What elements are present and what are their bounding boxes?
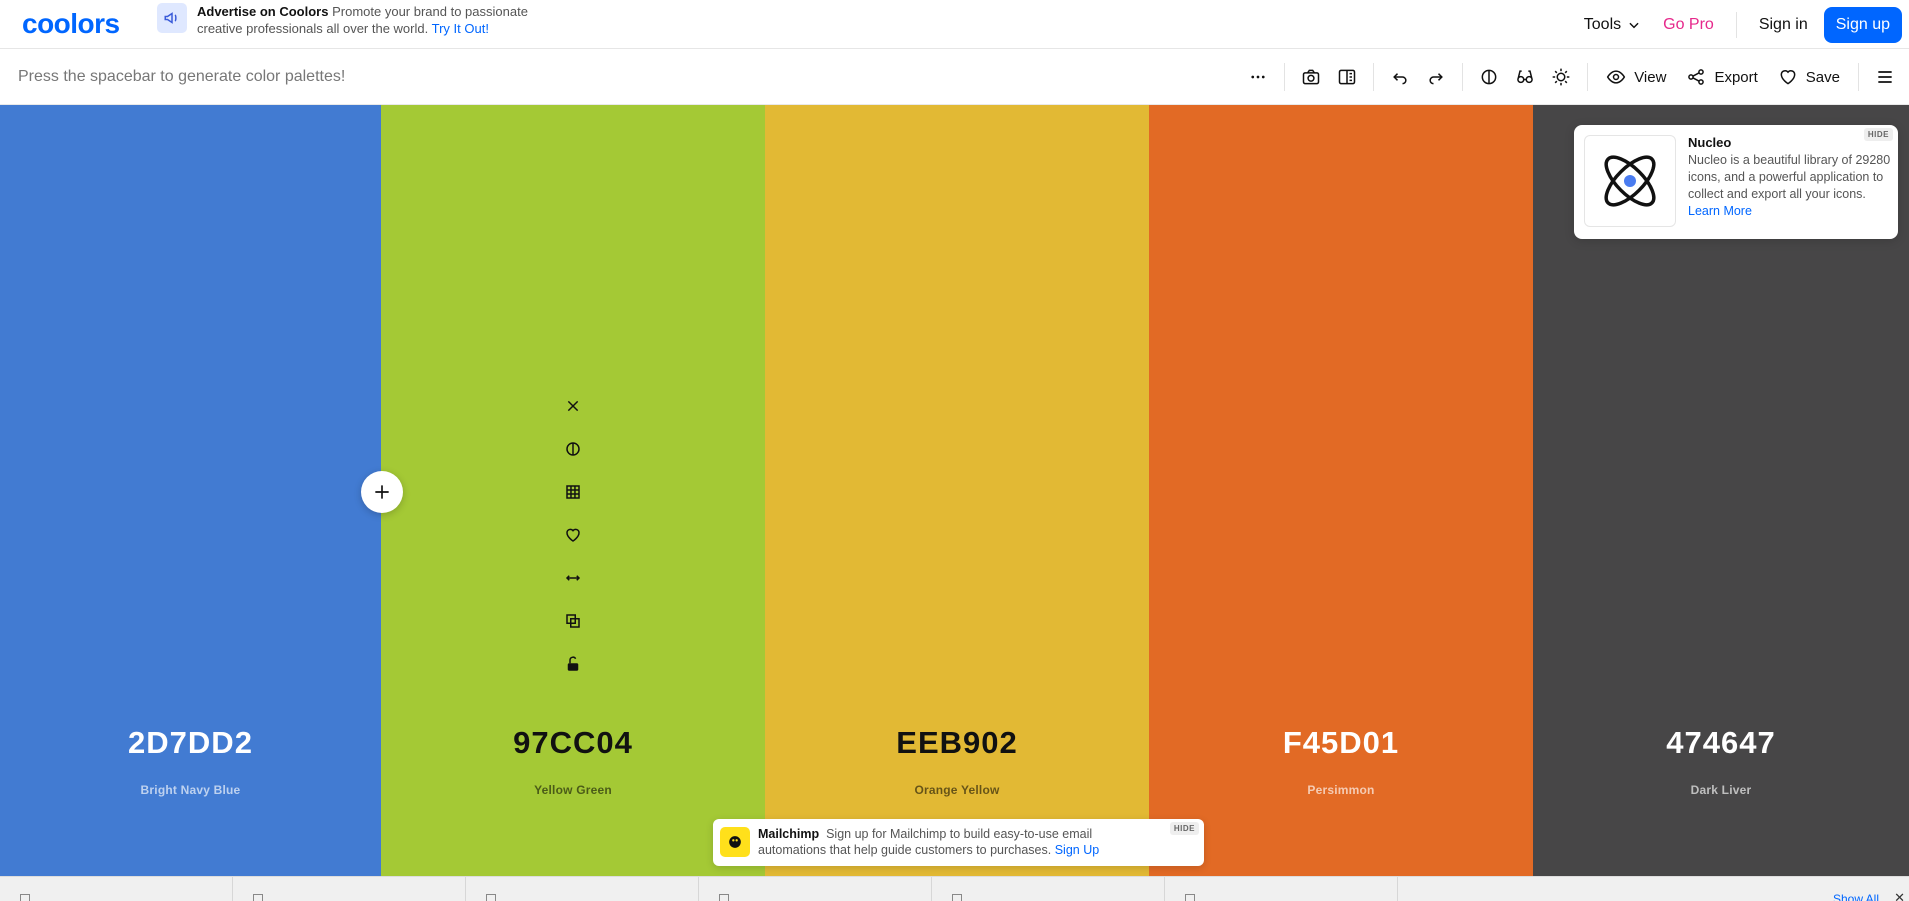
header-ad-text: Advertise on Coolors Promote your brand … (197, 3, 537, 37)
download-item[interactable] (233, 877, 466, 901)
mailchimp-ad-card[interactable]: Mailchimp Sign up for Mailchimp to build… (713, 819, 1204, 866)
file-icon (486, 894, 496, 901)
contrast-icon[interactable] (1471, 59, 1507, 95)
toolbar-divider (1858, 63, 1859, 91)
brightness-icon[interactable] (1543, 59, 1579, 95)
drag-arrows-icon[interactable] (562, 567, 584, 589)
file-icon (1185, 894, 1195, 901)
download-item[interactable] (1165, 877, 1398, 901)
color-name[interactable]: Dark Liver (1533, 783, 1909, 797)
nucleo-ad-title: Nucleo (1688, 135, 1732, 150)
nucleo-learn-more-link[interactable]: Learn More (1688, 204, 1752, 218)
more-options-icon[interactable] (1240, 59, 1276, 95)
color-name[interactable]: Orange Yellow (765, 783, 1149, 797)
hide-ad-button[interactable]: HIDE (1169, 822, 1199, 835)
spacebar-hint: Press the spacebar to generate color pal… (18, 68, 346, 85)
view-button[interactable]: View (1596, 67, 1676, 87)
download-item[interactable] (932, 877, 1165, 901)
toolbar-divider (1284, 63, 1286, 91)
file-icon (952, 894, 962, 901)
nav-divider (1735, 11, 1737, 38)
toolbar-divider (1462, 63, 1464, 91)
mailchimp-logo-icon (720, 827, 750, 857)
tools-label: Tools (1583, 15, 1622, 33)
show-all-link[interactable]: Show All (1833, 892, 1879, 901)
toolbar-divider (1373, 63, 1375, 91)
view-label: View (1634, 68, 1667, 86)
coolors-logo[interactable]: coolors (22, 8, 120, 40)
megaphone-icon (157, 3, 187, 33)
top-navbar: coolors Advertise on Coolors Promote you… (0, 0, 1909, 49)
color-swatch[interactable]: EEB902 Orange Yellow (765, 105, 1149, 876)
file-icon (719, 894, 729, 901)
export-button[interactable]: Export (1676, 67, 1767, 87)
close-icon[interactable]: ✕ (1894, 890, 1905, 901)
heart-icon (1780, 70, 1796, 85)
chevron-down-icon (1629, 22, 1639, 28)
save-label: Save (1805, 68, 1840, 86)
add-color-button[interactable] (361, 471, 403, 513)
plus-icon (375, 485, 389, 499)
header-ad[interactable]: Advertise on Coolors Promote your brand … (157, 3, 537, 37)
download-item[interactable] (0, 877, 233, 901)
atom-icon (1584, 135, 1676, 227)
color-swatch[interactable]: 97CC04 Yellow Green (381, 105, 765, 876)
hex-code[interactable]: 97CC04 (381, 725, 765, 761)
eye-icon (1606, 70, 1626, 84)
mailchimp-ad-title: Mailchimp (758, 827, 820, 841)
color-swatch[interactable]: F45D01 Persimmon (1149, 105, 1533, 876)
palette-toolbar: Press the spacebar to generate color pal… (0, 49, 1909, 105)
export-label: Export (1714, 68, 1758, 86)
camera-icon[interactable] (1293, 59, 1329, 95)
heart-icon[interactable] (562, 524, 584, 546)
downloads-bar: Show All ✕ (0, 876, 1909, 901)
glasses-icon[interactable] (1507, 59, 1543, 95)
undo-icon[interactable] (1382, 59, 1418, 95)
go-pro-link[interactable]: Go Pro (1663, 16, 1714, 34)
download-item[interactable] (466, 877, 699, 901)
redo-icon[interactable] (1418, 59, 1454, 95)
header-ad-title: Advertise on Coolors (197, 4, 329, 19)
nav-right: Tools Go Pro Sign in Sign up (1584, 0, 1909, 49)
columns-view-icon[interactable] (1329, 59, 1365, 95)
sign-in-link[interactable]: Sign in (1759, 16, 1808, 34)
hex-code[interactable]: 474647 (1533, 725, 1909, 761)
toolbar-divider (1587, 63, 1589, 91)
copy-icon[interactable] (562, 610, 584, 632)
file-icon (253, 894, 263, 901)
toolbar-actions: View Export Save (1240, 49, 1909, 105)
color-name[interactable]: Persimmon (1149, 783, 1533, 797)
file-icon (20, 894, 30, 901)
hide-ad-button[interactable]: HIDE (1863, 128, 1893, 141)
share-icon (1688, 69, 1705, 85)
remove-color-icon[interactable] (562, 395, 584, 417)
hamburger-menu-icon[interactable] (1867, 59, 1903, 95)
header-ad-link[interactable]: Try It Out! (432, 21, 489, 36)
mailchimp-sign-up-link[interactable]: Sign Up (1055, 843, 1099, 857)
unlock-icon[interactable] (562, 653, 584, 675)
download-item[interactable] (699, 877, 932, 901)
shades-grid-icon[interactable] (562, 481, 584, 503)
swatch-tools (562, 395, 584, 675)
sign-up-button[interactable]: Sign up (1823, 6, 1902, 43)
mailchimp-ad-text: Mailchimp Sign up for Mailchimp to build… (758, 826, 1138, 858)
contrast-icon[interactable] (562, 438, 584, 460)
nucleo-ad-description: Nucleo is a beautiful library of 29280 i… (1688, 153, 1891, 201)
hex-code[interactable]: EEB902 (765, 725, 1149, 761)
tools-menu[interactable]: Tools (1584, 16, 1641, 34)
color-name[interactable]: Yellow Green (381, 783, 765, 797)
hex-code[interactable]: F45D01 (1149, 725, 1533, 761)
color-swatch[interactable]: 2D7DD2 Bright Navy Blue (0, 105, 381, 876)
hex-code[interactable]: 2D7DD2 (0, 725, 381, 761)
save-button[interactable]: Save (1768, 67, 1850, 87)
nucleo-ad-card[interactable]: Nucleo Nucleo is a beautiful library of … (1574, 125, 1898, 239)
nucleo-ad-text: Nucleo is a beautiful library of 29280 i… (1688, 152, 1892, 220)
color-name[interactable]: Bright Navy Blue (0, 783, 381, 797)
